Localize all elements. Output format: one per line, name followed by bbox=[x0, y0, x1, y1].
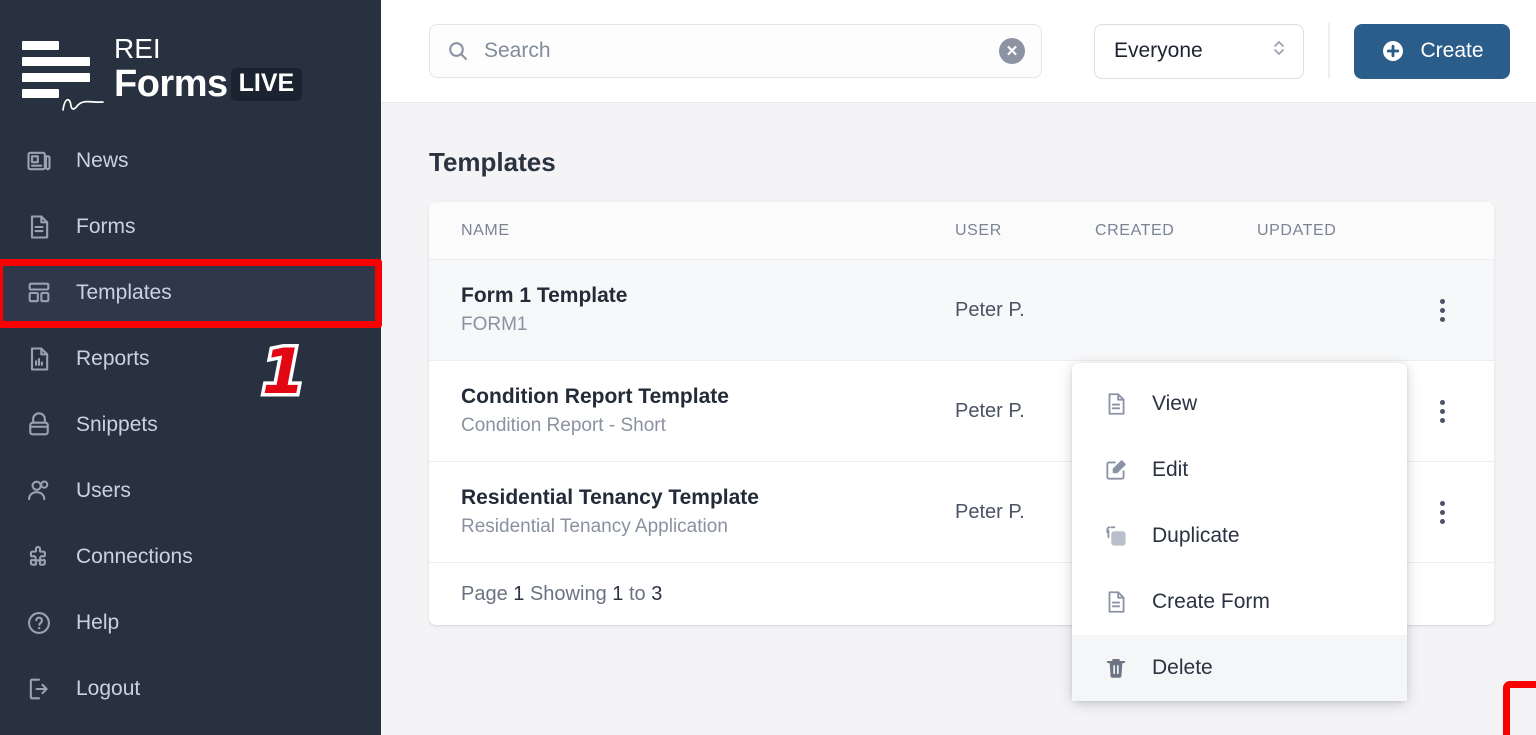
users-icon bbox=[22, 474, 56, 508]
context-menu-item-delete[interactable]: Delete bbox=[1072, 635, 1407, 701]
pagination-page-label: Page bbox=[461, 582, 508, 605]
logo-live-badge: LIVE bbox=[230, 67, 303, 101]
question-icon bbox=[22, 606, 56, 640]
context-menu-item-label: Duplicate bbox=[1152, 524, 1240, 547]
template-name: Condition Report Template bbox=[461, 385, 729, 408]
scope-filter-select[interactable]: Everyone bbox=[1094, 23, 1304, 79]
logo-bars-icon bbox=[22, 40, 104, 111]
chevron-updown-icon bbox=[1271, 36, 1287, 66]
context-menu-item-label: Edit bbox=[1152, 458, 1189, 481]
template-name: Residential Tenancy Template bbox=[461, 486, 759, 509]
sidebar-item-label: Reports bbox=[76, 347, 150, 370]
template-subtitle: FORM1 bbox=[461, 314, 528, 335]
topbar: ✕ Everyone Create bbox=[381, 0, 1536, 103]
sidebar-item-connections[interactable]: Connections bbox=[0, 524, 381, 590]
signature-squiggle-icon bbox=[62, 98, 104, 111]
document-icon bbox=[22, 210, 56, 244]
context-menu-item-duplicate[interactable]: Duplicate bbox=[1072, 503, 1407, 569]
create-button[interactable]: Create bbox=[1354, 23, 1510, 79]
search-input[interactable] bbox=[484, 39, 999, 63]
scope-filter-value: Everyone bbox=[1114, 39, 1203, 62]
document-icon bbox=[1102, 390, 1130, 418]
logo-rei-text: REI bbox=[114, 33, 161, 64]
column-header-created: CREATED bbox=[1095, 221, 1175, 239]
search-box[interactable]: ✕ bbox=[429, 24, 1042, 78]
page-title: Templates bbox=[429, 147, 556, 177]
copy-icon bbox=[1102, 522, 1130, 550]
sidebar-item-label: Help bbox=[76, 611, 120, 634]
pagination-page-number: 1 bbox=[513, 582, 525, 605]
topbar-divider bbox=[1328, 23, 1330, 79]
sidebar-item-label: Templates bbox=[76, 281, 172, 304]
sidebar-item-label: Connections bbox=[76, 545, 193, 568]
sidebar-item-label: Logout bbox=[76, 677, 141, 700]
sidebar: REI Forms LIVE News Forms Templates Repo… bbox=[0, 0, 382, 735]
templates-icon bbox=[22, 276, 56, 310]
pagination-showing-to: 3 bbox=[651, 582, 663, 605]
plus-circle-icon bbox=[1380, 38, 1406, 64]
pencil-icon bbox=[1102, 456, 1130, 484]
template-user: Peter P. bbox=[955, 298, 1025, 321]
brand-logo[interactable]: REI Forms LIVE bbox=[0, 0, 381, 112]
template-name: Form 1 Template bbox=[461, 284, 628, 307]
create-button-label: Create bbox=[1420, 39, 1484, 62]
template-subtitle: Condition Report - Short bbox=[461, 415, 666, 436]
logo-forms-text: Forms bbox=[114, 63, 228, 105]
context-menu-item-edit[interactable]: Edit bbox=[1072, 437, 1407, 503]
context-menu-item-create-form[interactable]: Create Form bbox=[1072, 569, 1407, 635]
row-actions-kebab-icon[interactable] bbox=[1422, 298, 1462, 322]
sidebar-item-snippets[interactable]: Snippets bbox=[0, 392, 381, 458]
row-actions-kebab-icon[interactable] bbox=[1422, 500, 1462, 524]
sidebar-item-help[interactable]: Help bbox=[0, 590, 381, 656]
sidebar-item-forms[interactable]: Forms bbox=[0, 194, 381, 260]
sidebar-item-news[interactable]: News bbox=[0, 128, 381, 194]
sidebar-item-logout[interactable]: Logout bbox=[0, 656, 381, 722]
table-header-row: NAME USER CREATED UPDATED bbox=[429, 202, 1494, 260]
sidebar-item-label: News bbox=[76, 149, 129, 172]
logout-icon bbox=[22, 672, 56, 706]
context-menu-item-view[interactable]: View bbox=[1072, 371, 1407, 437]
annotation-highlight-delete bbox=[1503, 681, 1536, 735]
newspaper-icon bbox=[22, 144, 56, 178]
row-actions-kebab-icon[interactable] bbox=[1422, 399, 1462, 423]
clear-circle-icon[interactable]: ✕ bbox=[999, 38, 1025, 64]
content-area: Templates NAME USER CREATED UPDATED Form… bbox=[381, 103, 1536, 735]
sidebar-item-templates[interactable]: Templates bbox=[0, 260, 381, 326]
template-subtitle: Residential Tenancy Application bbox=[461, 516, 728, 537]
sidebar-item-label: Forms bbox=[76, 215, 136, 238]
app-root: REI Forms LIVE News Forms Templates Repo… bbox=[0, 0, 1536, 735]
document-icon bbox=[1102, 588, 1130, 616]
sidebar-item-reports[interactable]: Reports bbox=[0, 326, 381, 392]
search-icon bbox=[446, 39, 470, 63]
sidebar-nav: News Forms Templates Reports Snippets Us… bbox=[0, 112, 381, 722]
context-menu-item-label: Delete bbox=[1152, 656, 1213, 679]
puzzle-icon bbox=[22, 540, 56, 574]
column-header-name: NAME bbox=[461, 221, 510, 239]
trash-icon bbox=[1102, 654, 1130, 682]
context-menu-item-label: View bbox=[1152, 392, 1198, 415]
pagination-showing-from: 1 bbox=[612, 582, 624, 605]
table-row[interactable]: Form 1 Template FORM1 Peter P. bbox=[429, 260, 1494, 361]
column-header-updated: UPDATED bbox=[1257, 221, 1337, 239]
sidebar-item-label: Users bbox=[76, 479, 131, 502]
column-header-user: USER bbox=[955, 221, 1002, 239]
pagination-to-label: to bbox=[628, 582, 646, 605]
row-actions-context-menu: View Edit Duplicate Create Form Delete bbox=[1072, 363, 1407, 701]
pagination-showing-label: Showing bbox=[529, 582, 607, 605]
snippet-icon bbox=[22, 408, 56, 442]
chart-doc-icon bbox=[22, 342, 56, 376]
main-area: ✕ Everyone Create Templates NAME bbox=[381, 0, 1536, 735]
sidebar-item-label: Snippets bbox=[76, 413, 158, 436]
context-menu-item-label: Create Form bbox=[1152, 590, 1270, 613]
sidebar-item-users[interactable]: Users bbox=[0, 458, 381, 524]
